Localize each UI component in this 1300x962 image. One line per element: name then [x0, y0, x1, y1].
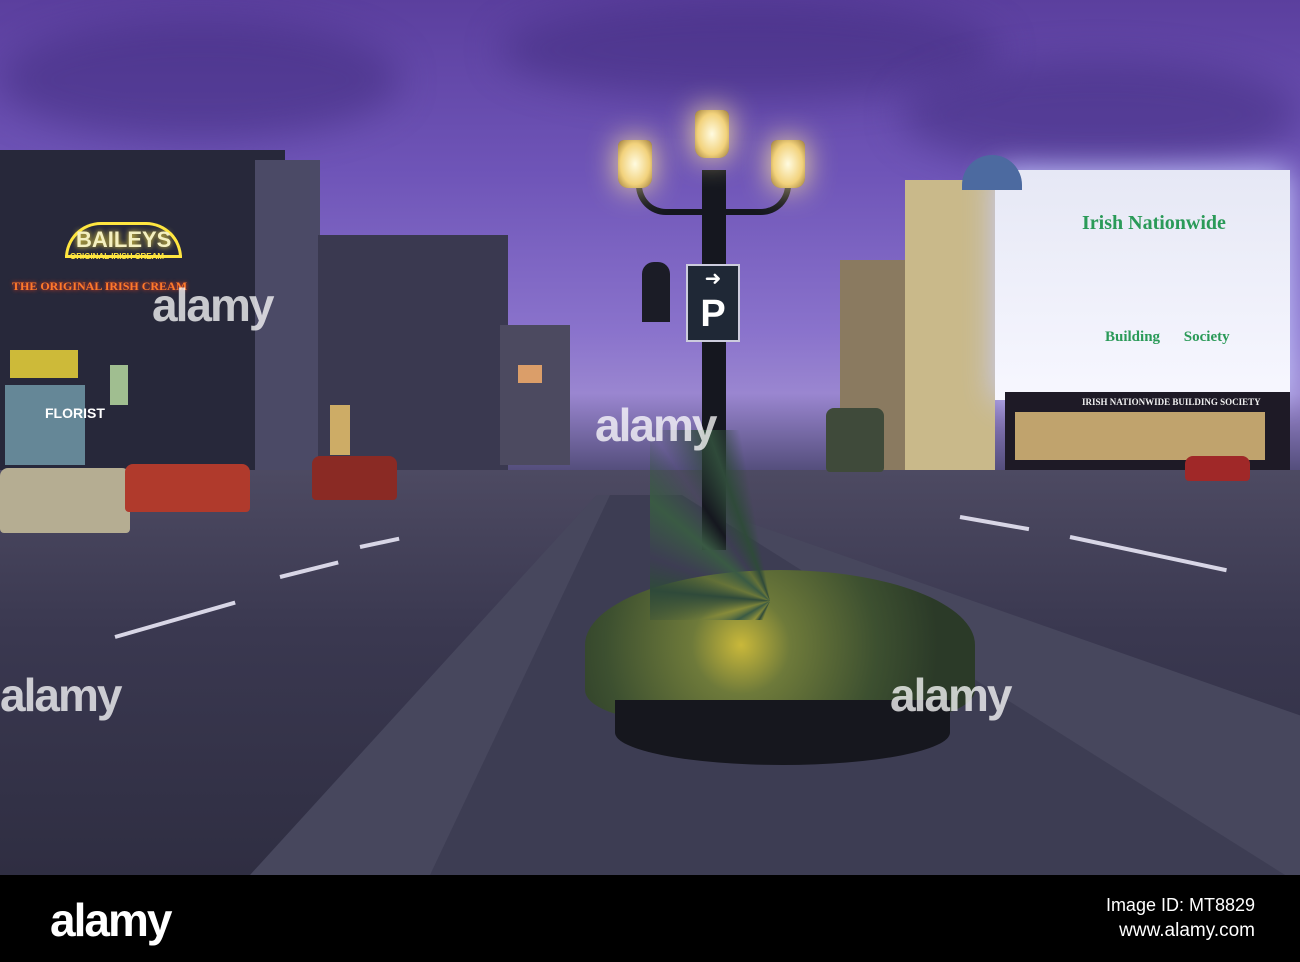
image-id: Image ID: MT8829 [1105, 895, 1255, 915]
watermark: alamy [890, 669, 1012, 721]
lamp-arm [636, 185, 791, 215]
irish-nationwide-sign: Irish Nationwide [1082, 212, 1226, 234]
shopfront-sign: IRISH NATIONWIDE BUILDING SOCIETY [1082, 397, 1261, 407]
florist-sign: FLORIST [45, 405, 105, 421]
car [312, 456, 397, 500]
statue [642, 262, 670, 322]
car [0, 468, 130, 533]
parking-letter: P [700, 293, 726, 335]
lamp-light [695, 110, 729, 158]
lamp-light [771, 140, 805, 188]
watermark: alamy [595, 399, 717, 451]
car [125, 464, 250, 512]
site-url[interactable]: www.alamy.com [1119, 920, 1255, 942]
nationwide-building [995, 170, 1290, 400]
watermark: alamy [0, 669, 122, 721]
parking-sign: ➜ P [686, 264, 740, 342]
alamy-logo: alamy [50, 894, 172, 946]
arrow-right-icon: ➜ [704, 268, 722, 290]
watermark: alamy [152, 279, 274, 331]
car [1185, 456, 1250, 481]
lamp-light [618, 140, 652, 188]
baileys-subtitle: ORIGINAL IRISH CREAM [70, 252, 165, 261]
building-society-sign: Building Society [1105, 329, 1230, 345]
yucca-plant [650, 430, 890, 620]
street-photo: BAILEYS ORIGINAL IRISH CREAM THE ORIGINA… [0, 0, 1300, 875]
